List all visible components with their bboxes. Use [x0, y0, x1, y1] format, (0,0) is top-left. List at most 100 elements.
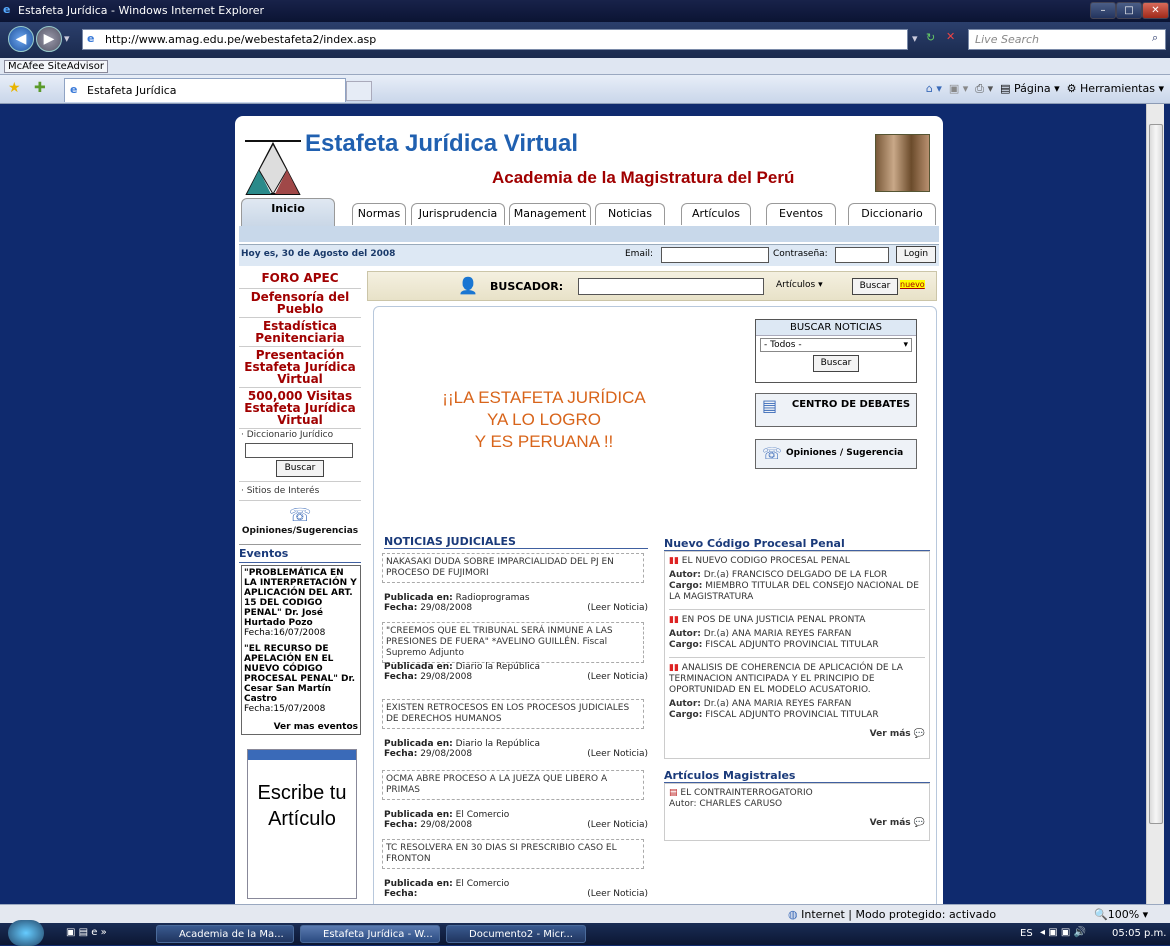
forward-button[interactable]: ▶ [36, 26, 62, 52]
more-events-link[interactable]: Ver mas eventos [244, 722, 358, 732]
security-zone[interactable]: ◍ Internet | Modo protegido: activado [788, 908, 996, 921]
minimize-button[interactable]: – [1090, 2, 1116, 19]
news-headline[interactable]: TC RESOLVERA EN 30 DIAS SI PRESCRIBIO CA… [382, 839, 644, 869]
sidebar-link-presentacion[interactable]: Presentación Estafeta Jurídica Virtual [239, 346, 361, 385]
speech-bubble-icon: 💬 [913, 729, 925, 739]
ie-icon: e [3, 3, 11, 16]
browser-tab-estafeta[interactable]: e Estafeta Jurídica [64, 78, 346, 102]
site-title: Estafeta Jurídica Virtual [305, 130, 578, 157]
read-news-link[interactable]: (Leer Noticia) [587, 672, 648, 682]
tab-jurisprudencia[interactable]: Jurisprudencia [411, 203, 505, 225]
password-label: Contraseña: [773, 249, 828, 259]
cpp-item[interactable]: ▮▮ ANALISIS DE COHERENCIA DE APLICACIÓN … [669, 657, 925, 696]
search-button[interactable]: Buscar [852, 278, 898, 295]
news-headline[interactable]: OCMA ABRE PROCESO A LA JUEZA QUE LIBERO … [382, 770, 644, 800]
news-headline[interactable]: EXISTEN RETROCESOS EN LOS PROCESOS JUDIC… [382, 699, 644, 729]
sidebar-link-foro-apec[interactable]: FORO APEC [239, 268, 361, 284]
read-news-link[interactable]: (Leer Noticia) [587, 603, 648, 613]
site-search-input[interactable] [578, 278, 764, 295]
tab-articulos[interactable]: Artículos [681, 203, 751, 225]
cpp-item[interactable]: ▮▮ EN POS DE UNA JUSTICIA PENAL PRONTA [669, 609, 925, 626]
header-band [239, 226, 939, 242]
news-meta: Publicada en: Radioprogramas Fecha: 29/08… [384, 593, 648, 613]
event-title-2[interactable]: "EL RECURSO DE APELACIÓN EN EL NUEVO CÓD… [244, 644, 358, 704]
back-button[interactable]: ◀ [8, 26, 34, 52]
login-button[interactable]: Login [896, 246, 936, 263]
stop-icon[interactable]: ✕ [946, 30, 955, 43]
zoom-level[interactable]: 🔍100% ▾ [1094, 908, 1148, 921]
refresh-icon[interactable]: ↻ [926, 31, 935, 44]
browser-tabs-bar: ★ ✚ e Estafeta Jurídica ⌂ ▾ ▣ ▾ ⎙ ▾ ▤ Pá… [0, 75, 1170, 104]
opinions-btn-icon: ☏ [762, 444, 783, 463]
tray-icons[interactable]: ◂ ▣ ▣ 🔊 [1040, 927, 1086, 938]
events-title: Eventos [239, 544, 361, 563]
maximize-button[interactable]: □ [1116, 2, 1142, 19]
opinions-link[interactable]: ☏ Opiniones/Sugerencias [239, 500, 361, 536]
tab-diccionario[interactable]: Diccionario [848, 203, 936, 225]
taskbar-item-estafeta[interactable]: Estafeta Jurídica - W... [300, 925, 440, 943]
articles-more-link[interactable]: Ver más 💬 [669, 818, 925, 829]
quick-launch-icons[interactable]: ▣ ▤ e » [66, 927, 107, 938]
tab-normas[interactable]: Normas [352, 203, 406, 225]
peru-flag-icon: ▮▮ [669, 615, 679, 625]
print-icon[interactable]: ⎙ ▾ [975, 82, 993, 95]
close-button[interactable]: ✕ [1142, 2, 1169, 19]
sidebar-link-defensoria[interactable]: Defensoría del Pueblo [239, 288, 361, 315]
address-bar-row: ◀ ▶ ▾ http://www.amag.edu.pe/webestafeta… [0, 22, 1170, 58]
sites-of-interest-link[interactable]: · Sitios de Interés [239, 481, 361, 500]
dictionary-search-button[interactable]: Buscar [276, 460, 324, 477]
page-menu[interactable]: ▤ Página ▾ [1000, 82, 1060, 95]
judicial-news-title: NOTICIAS JUDICIALES [384, 535, 648, 549]
password-field[interactable] [835, 247, 889, 263]
read-news-link[interactable]: (Leer Noticia) [587, 820, 648, 830]
read-news-link[interactable]: (Leer Noticia) [587, 749, 648, 759]
new-tab-button[interactable] [346, 81, 372, 101]
favorites-star-icon[interactable]: ★ [8, 80, 21, 96]
tools-menu[interactable]: ⚙ Herramientas ▾ [1067, 82, 1164, 95]
write-article-banner[interactable]: Escribe tu Artículo [247, 749, 357, 899]
news-search-button[interactable]: Buscar [813, 355, 859, 372]
url-dropdown-icon[interactable]: ▾ [912, 32, 918, 45]
dictionary-input[interactable] [245, 443, 353, 458]
article-item[interactable]: ▤ EL CONTRAINTERROGATORIO [669, 788, 925, 799]
tab-management[interactable]: Management [509, 203, 591, 225]
us-flag-icon: ▤ [669, 788, 678, 798]
site-page: Estafeta Jurídica Virtual Academia de la… [235, 116, 943, 904]
mcafee-toolbar: McAfee SiteAdvisor [0, 58, 1170, 75]
cpp-item[interactable]: ▮▮ EL NUEVO CODIGO PROCESAL PENAL [669, 556, 925, 567]
mcafee-siteadvisor-button[interactable]: McAfee SiteAdvisor [4, 60, 108, 73]
taskbar-item-documento[interactable]: Documento2 - Micr... [446, 925, 586, 943]
debates-center-button[interactable]: ▤ CENTRO DE DEBATES [755, 393, 917, 427]
articles-list: ▤ EL CONTRAINTERROGATORIO Autor: CHARLES… [664, 783, 930, 841]
news-category-select[interactable]: - Todos - ▾ [760, 338, 912, 352]
search-icon[interactable]: ⌕ [1152, 31, 1158, 45]
search-category-select[interactable]: Artículos ▾ [776, 280, 823, 290]
start-button[interactable] [8, 920, 44, 946]
event-title-1[interactable]: "PROBLEMÁTICA EN LA INTERPRETACIÓN Y APL… [244, 568, 358, 628]
language-indicator[interactable]: ES [1020, 928, 1033, 939]
scrollbar-thumb[interactable] [1149, 124, 1163, 824]
building-photo [875, 134, 930, 192]
url-field[interactable]: http://www.amag.edu.pe/webestafeta2/inde… [82, 29, 908, 50]
read-news-link[interactable]: (Leer Noticia) [587, 889, 648, 899]
email-field[interactable] [661, 247, 769, 263]
opinions-button[interactable]: ☏ Opiniones / Sugerencia [755, 439, 917, 469]
sidebar-link-estadistica[interactable]: Estadística Penitenciaria [239, 317, 361, 344]
news-headline[interactable]: NAKASAKI DUDA SOBRE IMPARCIALIDAD DEL PJ… [382, 553, 644, 583]
vertical-scrollbar[interactable] [1146, 104, 1164, 904]
tab-noticias[interactable]: Noticias [595, 203, 665, 225]
feeds-icon[interactable]: ▣ ▾ [949, 82, 968, 95]
site-subtitle: Academia de la Magistratura del Perú [492, 168, 795, 187]
news-meta: Publicada en: El Comercio Fecha: (Leer No… [384, 879, 648, 899]
live-search-input[interactable]: Live Search [968, 29, 1166, 50]
history-dropdown-icon[interactable]: ▾ [64, 32, 70, 45]
taskbar-item-academia[interactable]: Academia de la Ma... [156, 925, 294, 943]
tab-inicio[interactable]: Inicio [241, 198, 335, 228]
home-icon[interactable]: ⌂ ▾ [926, 82, 942, 95]
sidebar-link-visitas[interactable]: 500,000 Visitas Estafeta Jurídica Virtua… [239, 387, 361, 426]
add-favorite-icon[interactable]: ✚ [34, 80, 46, 96]
tab-eventos[interactable]: Eventos [766, 203, 836, 225]
email-label: Email: [625, 249, 654, 259]
news-headline[interactable]: "CREEMOS QUE EL TRIBUNAL SERÁ INMUNE A L… [382, 622, 644, 663]
cpp-more-link[interactable]: Ver más 💬 [669, 729, 925, 740]
